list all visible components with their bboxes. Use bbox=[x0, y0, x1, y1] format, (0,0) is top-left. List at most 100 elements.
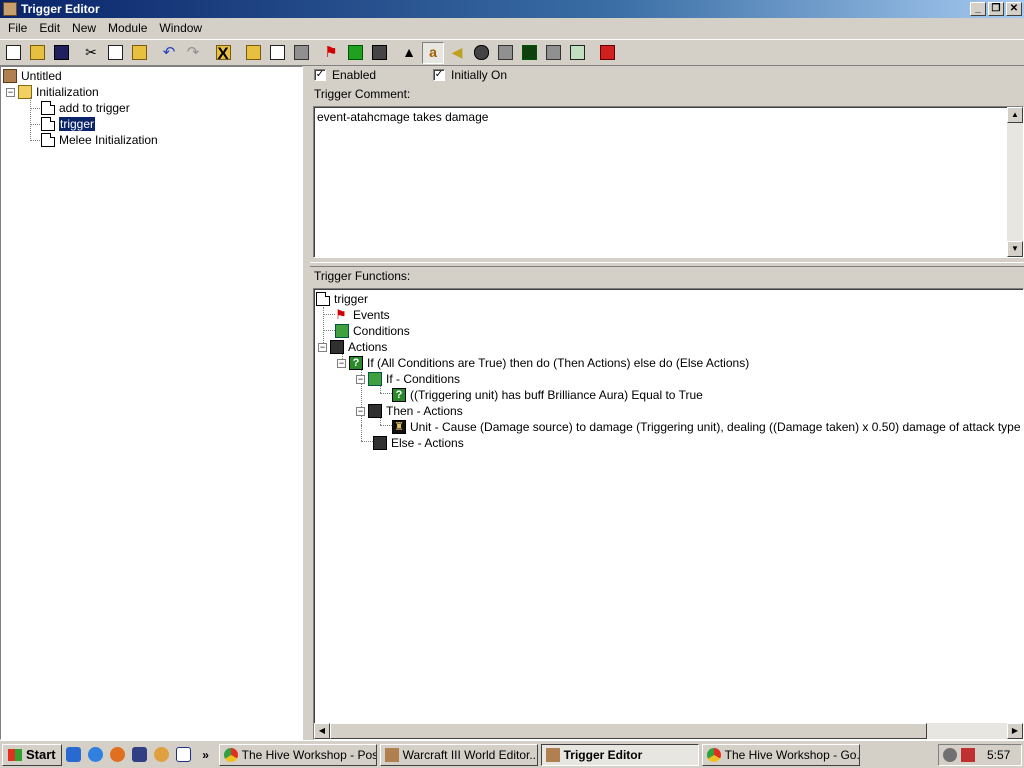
menu-module[interactable]: Module bbox=[102, 21, 153, 35]
tree-item-melee-initialization[interactable]: Melee Initialization bbox=[41, 132, 158, 148]
enabled-checkmark: ✓ bbox=[314, 69, 326, 81]
tree-map-root[interactable]: Untitled bbox=[3, 68, 62, 84]
category-label: Initialization bbox=[36, 85, 99, 99]
quicklaunch-firefox[interactable] bbox=[108, 745, 128, 765]
menu-new[interactable]: New bbox=[66, 21, 102, 35]
system-tray: 5:57 bbox=[938, 744, 1022, 766]
cut-button[interactable]: ✂ bbox=[80, 42, 102, 64]
actions-label: Actions bbox=[348, 340, 388, 354]
vertical-splitter[interactable] bbox=[303, 66, 310, 740]
minimize-button[interactable]: _ bbox=[970, 2, 986, 16]
import-manager-button[interactable] bbox=[542, 42, 564, 64]
func-else-actions[interactable]: Else - Actions bbox=[373, 435, 464, 451]
media-icon bbox=[154, 747, 170, 762]
collapse-toggle[interactable]: − bbox=[6, 87, 15, 97]
sound-editor-button[interactable]: ◀ bbox=[446, 42, 468, 64]
functions-horizontal-scrollbar[interactable]: ◀ ▶ bbox=[314, 723, 1023, 739]
func-events[interactable]: ⚑ Events bbox=[335, 307, 390, 323]
action-icon bbox=[330, 340, 344, 354]
collapse-toggle[interactable]: − bbox=[356, 406, 365, 416]
trigger-editor-button[interactable]: a bbox=[422, 41, 444, 64]
new-button[interactable] bbox=[2, 42, 24, 64]
task-hive-workshop-go[interactable]: The Hive Workshop - Go... bbox=[701, 743, 860, 766]
open-icon bbox=[29, 45, 45, 60]
collapse-toggle[interactable]: − bbox=[356, 374, 365, 384]
campaign-editor-button[interactable] bbox=[494, 42, 516, 64]
title-bar[interactable]: Trigger Editor _ ❐ ✕ bbox=[0, 0, 1024, 18]
map-icon bbox=[3, 69, 17, 83]
new-condition-button[interactable] bbox=[344, 42, 366, 64]
scroll-down-button[interactable]: ▼ bbox=[1007, 241, 1023, 257]
menu-window[interactable]: Window bbox=[153, 21, 208, 35]
save-icon bbox=[53, 45, 69, 60]
quicklaunch-ie[interactable] bbox=[64, 745, 84, 765]
trigger-comment-textarea[interactable]: event-atahcmage takes damage ▲ ▼ bbox=[313, 106, 1024, 258]
close-button[interactable]: ✕ bbox=[1006, 2, 1022, 16]
new-event-icon: ⚑ bbox=[324, 44, 338, 61]
quicklaunch-media[interactable] bbox=[152, 745, 172, 765]
else-actions-label: Else - Actions bbox=[391, 436, 464, 450]
new-category-icon bbox=[245, 45, 261, 60]
undo-button[interactable]: ↶ bbox=[158, 42, 180, 64]
new-category-button[interactable] bbox=[242, 42, 264, 64]
tree-category-initialization[interactable]: − Initialization bbox=[6, 84, 99, 100]
trigger-functions-tree[interactable]: trigger ⚑ Events Conditions − Actions − … bbox=[313, 288, 1024, 740]
func-if-conditions[interactable]: − If - Conditions bbox=[356, 371, 460, 387]
terrain-editor-button[interactable]: ▲ bbox=[398, 42, 420, 64]
task-label: The Hive Workshop - Pos... bbox=[241, 747, 377, 762]
scroll-thumb[interactable] bbox=[330, 723, 927, 739]
object-manager-button[interactable] bbox=[566, 42, 588, 64]
quicklaunch-more[interactable]: » bbox=[196, 745, 216, 765]
quicklaunch-browser[interactable] bbox=[86, 745, 106, 765]
start-button[interactable]: Start bbox=[2, 743, 62, 766]
menu-file[interactable]: File bbox=[2, 21, 33, 35]
horizontal-splitter[interactable] bbox=[310, 262, 1024, 267]
menu-bar: File Edit New Module Window bbox=[0, 18, 1024, 38]
tree-item-trigger[interactable]: trigger bbox=[41, 116, 97, 132]
tree-item-add-to-trigger[interactable]: add to trigger bbox=[41, 100, 130, 116]
scroll-up-button[interactable]: ▲ bbox=[1007, 107, 1023, 123]
test-map-button[interactable] bbox=[596, 42, 618, 64]
new-trigger-icon bbox=[269, 45, 285, 60]
quicklaunch-desktop[interactable] bbox=[174, 745, 194, 765]
func-root-trigger[interactable]: trigger bbox=[316, 291, 368, 307]
paste-button[interactable] bbox=[128, 42, 150, 64]
new-trigger-button[interactable] bbox=[266, 42, 288, 64]
task-label: Warcraft III World Editor... bbox=[402, 747, 538, 762]
task-world-editor[interactable]: Warcraft III World Editor... bbox=[379, 743, 538, 766]
collapse-toggle[interactable]: − bbox=[318, 342, 327, 352]
new-action-button[interactable] bbox=[368, 42, 390, 64]
chevron-more-icon: » bbox=[202, 747, 209, 762]
task-hive-workshop-post[interactable]: The Hive Workshop - Pos... bbox=[218, 743, 377, 766]
new-comment-button[interactable] bbox=[290, 42, 312, 64]
func-condition-line[interactable]: ? ((Triggering unit) has buff Brilliance… bbox=[392, 387, 703, 403]
menu-edit[interactable]: Edit bbox=[33, 21, 66, 35]
save-button[interactable] bbox=[50, 42, 72, 64]
enabled-checkbox[interactable]: ✓ Enabled bbox=[314, 68, 376, 82]
open-button[interactable] bbox=[26, 42, 48, 64]
volume-icon[interactable] bbox=[961, 748, 975, 762]
func-conditions[interactable]: Conditions bbox=[335, 323, 410, 339]
redo-button[interactable]: ↷ bbox=[182, 42, 204, 64]
func-if-then-else[interactable]: − ? If (All Conditions are True) then do… bbox=[337, 355, 749, 371]
antivirus-icon[interactable] bbox=[943, 748, 957, 762]
import-manager-icon bbox=[545, 45, 561, 60]
maximize-button[interactable]: ❐ bbox=[988, 2, 1004, 16]
object-editor-button[interactable] bbox=[470, 42, 492, 64]
shield-icon bbox=[132, 747, 148, 762]
conditions-label: Conditions bbox=[353, 324, 410, 338]
comment-vertical-scrollbar[interactable]: ▲ ▼ bbox=[1007, 107, 1023, 257]
delete-button[interactable]: X bbox=[212, 42, 234, 64]
func-then-actions[interactable]: − Then - Actions bbox=[356, 403, 463, 419]
task-trigger-editor[interactable]: Trigger Editor bbox=[540, 743, 699, 766]
initially-on-checkbox[interactable]: ✓ Initially On bbox=[433, 68, 507, 82]
scroll-left-button[interactable]: ◀ bbox=[314, 723, 330, 739]
scroll-right-button[interactable]: ▶ bbox=[1007, 723, 1023, 739]
collapse-toggle[interactable]: − bbox=[337, 358, 346, 368]
copy-button[interactable] bbox=[104, 42, 126, 64]
ai-editor-button[interactable] bbox=[518, 42, 540, 64]
func-action-line[interactable]: ♜ Unit - Cause (Damage source) to damage… bbox=[392, 419, 1023, 435]
quicklaunch-shield[interactable] bbox=[130, 745, 150, 765]
new-event-button[interactable]: ⚑ bbox=[320, 42, 342, 64]
func-actions[interactable]: − Actions bbox=[318, 339, 387, 355]
